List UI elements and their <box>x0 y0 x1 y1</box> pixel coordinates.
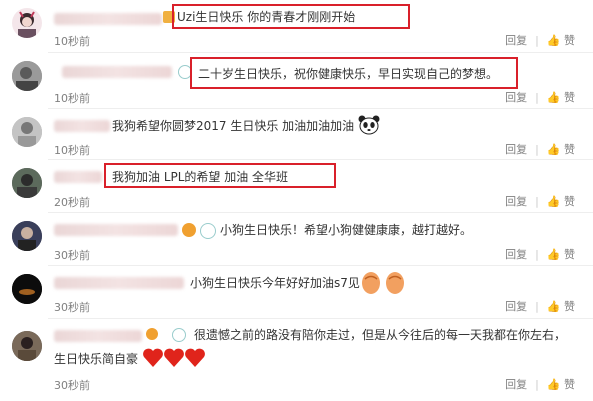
like-icon[interactable]: 👍 <box>547 195 561 208</box>
username-blurred[interactable] <box>54 120 110 132</box>
highlight-box <box>172 4 410 29</box>
username-blurred[interactable] <box>54 13 162 25</box>
like-button[interactable]: 赞 <box>564 193 575 209</box>
reply-button[interactable]: 回复 <box>505 32 527 48</box>
reply-button[interactable]: 回复 <box>505 376 527 392</box>
like-button[interactable]: 赞 <box>564 32 575 48</box>
like-icon[interactable]: 👍 <box>547 91 561 104</box>
comment-actions: 回复 | 👍 赞 <box>505 376 575 392</box>
comment-text: 小狗生日快乐！希望小狗健健康康，越打越好。 <box>220 223 473 237</box>
comment-text: 很遗憾之前的路没有陪你走过，但是从今往后的每一天我都在你左右， <box>194 328 567 342</box>
heart-badge-icon <box>182 223 196 237</box>
comment-time: 10秒前 <box>54 92 90 105</box>
like-icon[interactable]: 👍 <box>547 34 561 47</box>
like-icon[interactable]: 👍 <box>547 300 561 313</box>
highlight-box <box>104 163 336 188</box>
comment-actions: 回复 | 👍 赞 <box>505 298 575 314</box>
reply-button[interactable]: 回复 <box>505 141 527 157</box>
avatar[interactable] <box>12 61 42 91</box>
avatar[interactable] <box>12 117 42 147</box>
badge-icon <box>200 223 216 239</box>
like-icon[interactable]: 👍 <box>547 378 561 391</box>
comment-time: 30秒前 <box>54 301 90 314</box>
heart-emoji-icon <box>184 347 206 369</box>
username-blurred[interactable] <box>54 171 102 183</box>
comment-item: Uzi生日快乐 你的青春才刚刚开始 10秒前 回复 | 👍 赞 <box>0 0 593 52</box>
comment-time: 30秒前 <box>54 249 90 262</box>
username-blurred[interactable] <box>62 66 172 78</box>
comment-text: 小狗生日快乐今年好好加油s7见 <box>190 276 360 290</box>
reply-button[interactable]: 回复 <box>505 89 527 105</box>
avatar[interactable] <box>12 331 42 361</box>
avatar[interactable] <box>12 8 42 38</box>
comment-time: 20秒前 <box>54 196 90 209</box>
badge-icon <box>172 328 186 342</box>
comment-time: 10秒前 <box>54 35 90 48</box>
comment-actions: 回复 | 👍 赞 <box>505 89 575 105</box>
like-icon[interactable]: 👍 <box>547 143 561 156</box>
avatar[interactable] <box>12 274 42 304</box>
avatar[interactable] <box>12 221 42 251</box>
username-blurred[interactable] <box>54 277 184 289</box>
comment-item: 我狗加油 LPL的希望 加油 全华班 20秒前 回复 | 👍 赞 <box>0 160 593 212</box>
avatar[interactable] <box>12 168 42 198</box>
like-button[interactable]: 赞 <box>564 141 575 157</box>
fist-emoji-icon <box>360 270 382 296</box>
like-button[interactable]: 赞 <box>564 376 575 392</box>
comment-time: 10秒前 <box>54 144 90 157</box>
heart-badge-icon <box>146 328 158 340</box>
heart-emoji-icon <box>163 347 185 369</box>
username-blurred[interactable] <box>54 224 178 236</box>
reply-button[interactable]: 回复 <box>505 246 527 262</box>
comment-text-continued: 生日快乐简自豪 <box>54 352 139 366</box>
heart-emoji-icon <box>142 347 164 369</box>
comment-item: 二十岁生日快乐，祝你健康快乐，早日实现自己的梦想。 10秒前 回复 | 👍 赞 <box>0 53 593 108</box>
username-blurred[interactable] <box>54 330 142 342</box>
like-button[interactable]: 赞 <box>564 89 575 105</box>
like-icon[interactable]: 👍 <box>547 248 561 261</box>
comment-text: 我狗希望你圆梦2017 生日快乐 加油加油加油 <box>112 119 355 133</box>
comment-item: 小狗生日快乐今年好好加油s7见 30秒前 回复 | 👍 赞 <box>0 266 593 318</box>
comment-item: 我狗希望你圆梦2017 生日快乐 加油加油加油 10秒前 回复 | 👍 赞 <box>0 109 593 159</box>
comment-item: 小狗生日快乐！希望小狗健健康康，越打越好。 30秒前 回复 | 👍 赞 <box>0 213 593 265</box>
comment-actions: 回复 | 👍 赞 <box>505 32 575 48</box>
comment-time: 30秒前 <box>54 379 90 392</box>
comment-actions: 回复 | 👍 赞 <box>505 246 575 262</box>
fist-emoji-icon <box>384 270 406 296</box>
like-button[interactable]: 赞 <box>564 246 575 262</box>
highlight-box <box>190 57 518 89</box>
reply-button[interactable]: 回复 <box>505 298 527 314</box>
comment-actions: 回复 | 👍 赞 <box>505 141 575 157</box>
comment-item: 很遗憾之前的路没有陪你走过，但是从今往后的每一天我都在你左右， 生日快乐简自豪 … <box>0 319 593 401</box>
panda-emoji-icon <box>358 115 380 135</box>
reply-button[interactable]: 回复 <box>505 193 527 209</box>
comment-actions: 回复 | 👍 赞 <box>505 193 575 209</box>
like-button[interactable]: 赞 <box>564 298 575 314</box>
